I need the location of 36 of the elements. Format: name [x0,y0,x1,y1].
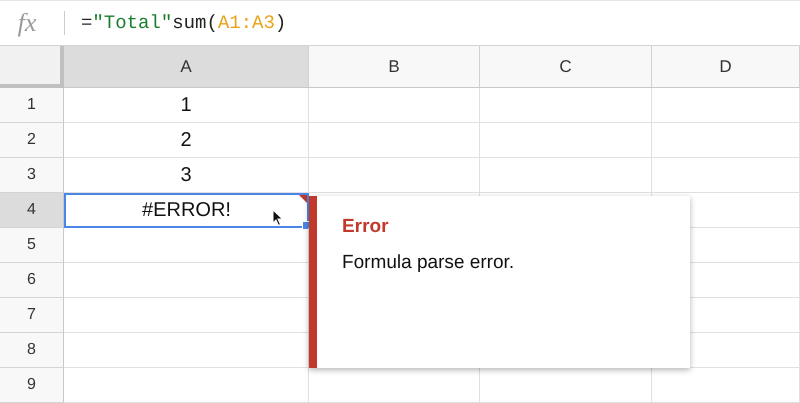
row-header[interactable]: 3 [0,158,64,193]
table-cell[interactable] [309,88,480,123]
row-header[interactable]: 7 [0,298,64,333]
row-header[interactable]: 8 [0,333,64,368]
table-cell[interactable] [652,88,800,123]
function-label: fx [16,8,38,38]
column-header[interactable]: C [480,46,652,88]
column-header[interactable]: A [64,46,309,88]
table-cell[interactable] [309,158,480,193]
error-message: Formula parse error. [342,252,516,274]
table-cell[interactable] [652,123,800,158]
column-header[interactable]: D [652,46,800,88]
cell-text: #ERROR! [142,199,231,222]
table-cell[interactable] [309,123,480,158]
table-cell[interactable] [652,158,800,193]
cell-text: 1 [180,94,192,116]
row-header[interactable]: 9 [0,368,64,403]
error-title: Error [342,216,390,238]
table-cell[interactable] [64,368,309,403]
table-cell[interactable] [480,158,652,193]
cell-text: 2 [180,128,192,152]
table-cell[interactable]: 3 [64,158,309,193]
column-header[interactable]: B [309,46,480,88]
table-cell[interactable] [480,88,652,123]
table-cell[interactable]: 1 [64,88,309,123]
cell-text: 3 [180,164,192,186]
table-cell[interactable]: 2 [64,123,309,158]
table-cell[interactable] [480,123,652,158]
row-header[interactable]: 1 [0,88,64,123]
corner-header[interactable] [0,46,64,88]
row-header[interactable]: 5 [0,228,64,263]
row-header[interactable]: 6 [0,263,64,298]
row-header[interactable]: 4 [0,193,64,228]
formula-input[interactable]: ="Total"sum(A1:A3) [81,12,286,34]
row-header[interactable]: 2 [0,123,64,158]
pointer-icon [272,209,284,227]
